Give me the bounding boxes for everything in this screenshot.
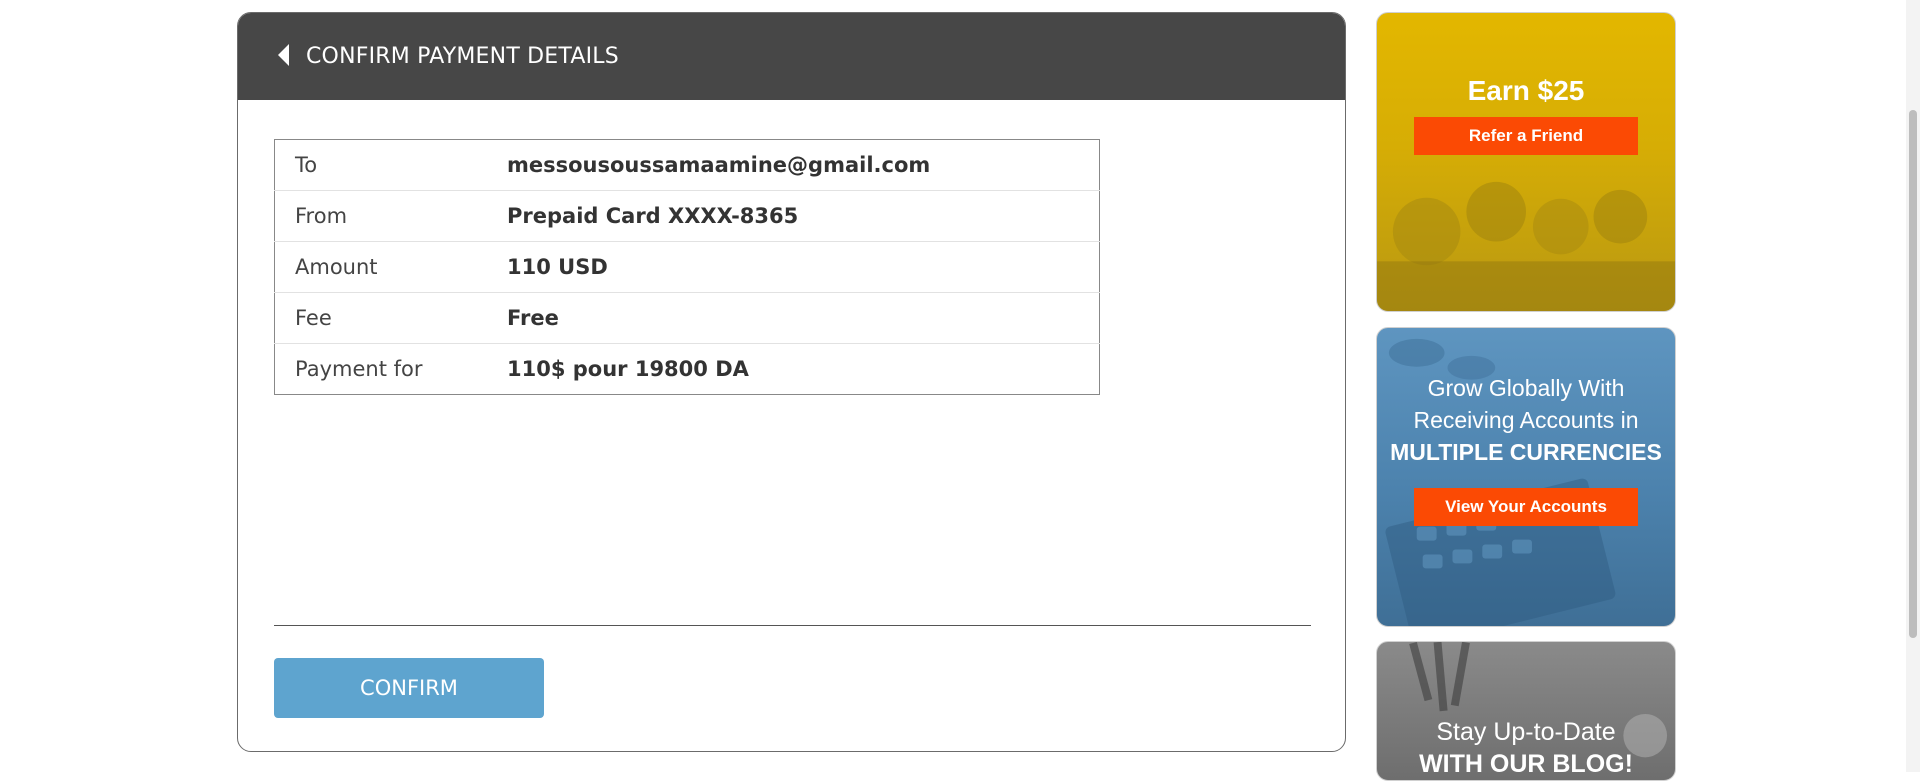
scrollbar-thumb[interactable] bbox=[1909, 110, 1917, 638]
promo-line: Grow Globally With bbox=[1427, 375, 1625, 401]
page-scrollbar[interactable] bbox=[1906, 0, 1920, 772]
row-value: Free bbox=[506, 292, 1100, 344]
promo-title: Earn $25 bbox=[1467, 75, 1585, 106]
table-row: Amount 110 USD bbox=[274, 241, 1100, 293]
promo-text: Grow Globally With Receiving Accounts in… bbox=[1377, 328, 1675, 468]
payment-confirmation-card: CONFIRM PAYMENT DETAILS To messousoussam… bbox=[237, 12, 1346, 752]
page-title: CONFIRM PAYMENT DETAILS bbox=[306, 44, 619, 69]
promo-line-strong: MULTIPLE CURRENCIES bbox=[1390, 439, 1662, 465]
promo-line: Receiving Accounts in bbox=[1413, 407, 1639, 433]
back-caret-icon[interactable] bbox=[278, 43, 290, 70]
refer-friend-button[interactable]: Refer a Friend bbox=[1414, 117, 1638, 155]
promo-line-strong: WITH OUR BLOG! bbox=[1419, 750, 1633, 778]
confirm-button[interactable]: CONFIRM bbox=[274, 658, 544, 718]
table-row: Payment for 110$ pour 19800 DA bbox=[275, 344, 1100, 395]
row-label: Fee bbox=[274, 292, 506, 344]
refer-friend-promo[interactable]: Earn $25 Refer a Friend bbox=[1376, 12, 1676, 312]
receiving-accounts-promo[interactable]: Grow Globally With Receiving Accounts in… bbox=[1376, 327, 1676, 627]
table-row: From Prepaid Card XXXX-8365 bbox=[274, 190, 1100, 242]
section-divider bbox=[274, 625, 1311, 626]
card-header: CONFIRM PAYMENT DETAILS bbox=[238, 13, 1345, 100]
row-value: messousoussamaamine@gmail.com bbox=[506, 139, 1100, 191]
row-label: From bbox=[274, 190, 506, 242]
row-label: Amount bbox=[274, 241, 506, 293]
row-label: To bbox=[274, 139, 506, 191]
row-label: Payment for bbox=[295, 357, 423, 381]
promo-text: Stay Up-to-Date WITH OUR BLOG! bbox=[1377, 642, 1675, 780]
promo-line: Stay Up-to-Date bbox=[1436, 718, 1616, 746]
row-value: 110$ pour 19800 DA bbox=[507, 357, 749, 381]
row-value: Prepaid Card XXXX-8365 bbox=[506, 190, 1100, 242]
row-value: 110 USD bbox=[506, 241, 1100, 293]
blog-promo[interactable]: Stay Up-to-Date WITH OUR BLOG! bbox=[1376, 641, 1676, 781]
view-accounts-button[interactable]: View Your Accounts bbox=[1414, 488, 1638, 526]
table-row: Fee Free bbox=[274, 292, 1100, 344]
table-row: To messousoussamaamine@gmail.com bbox=[274, 139, 1100, 191]
payment-details-table: To messousoussamaamine@gmail.com From Pr… bbox=[274, 139, 1100, 395]
